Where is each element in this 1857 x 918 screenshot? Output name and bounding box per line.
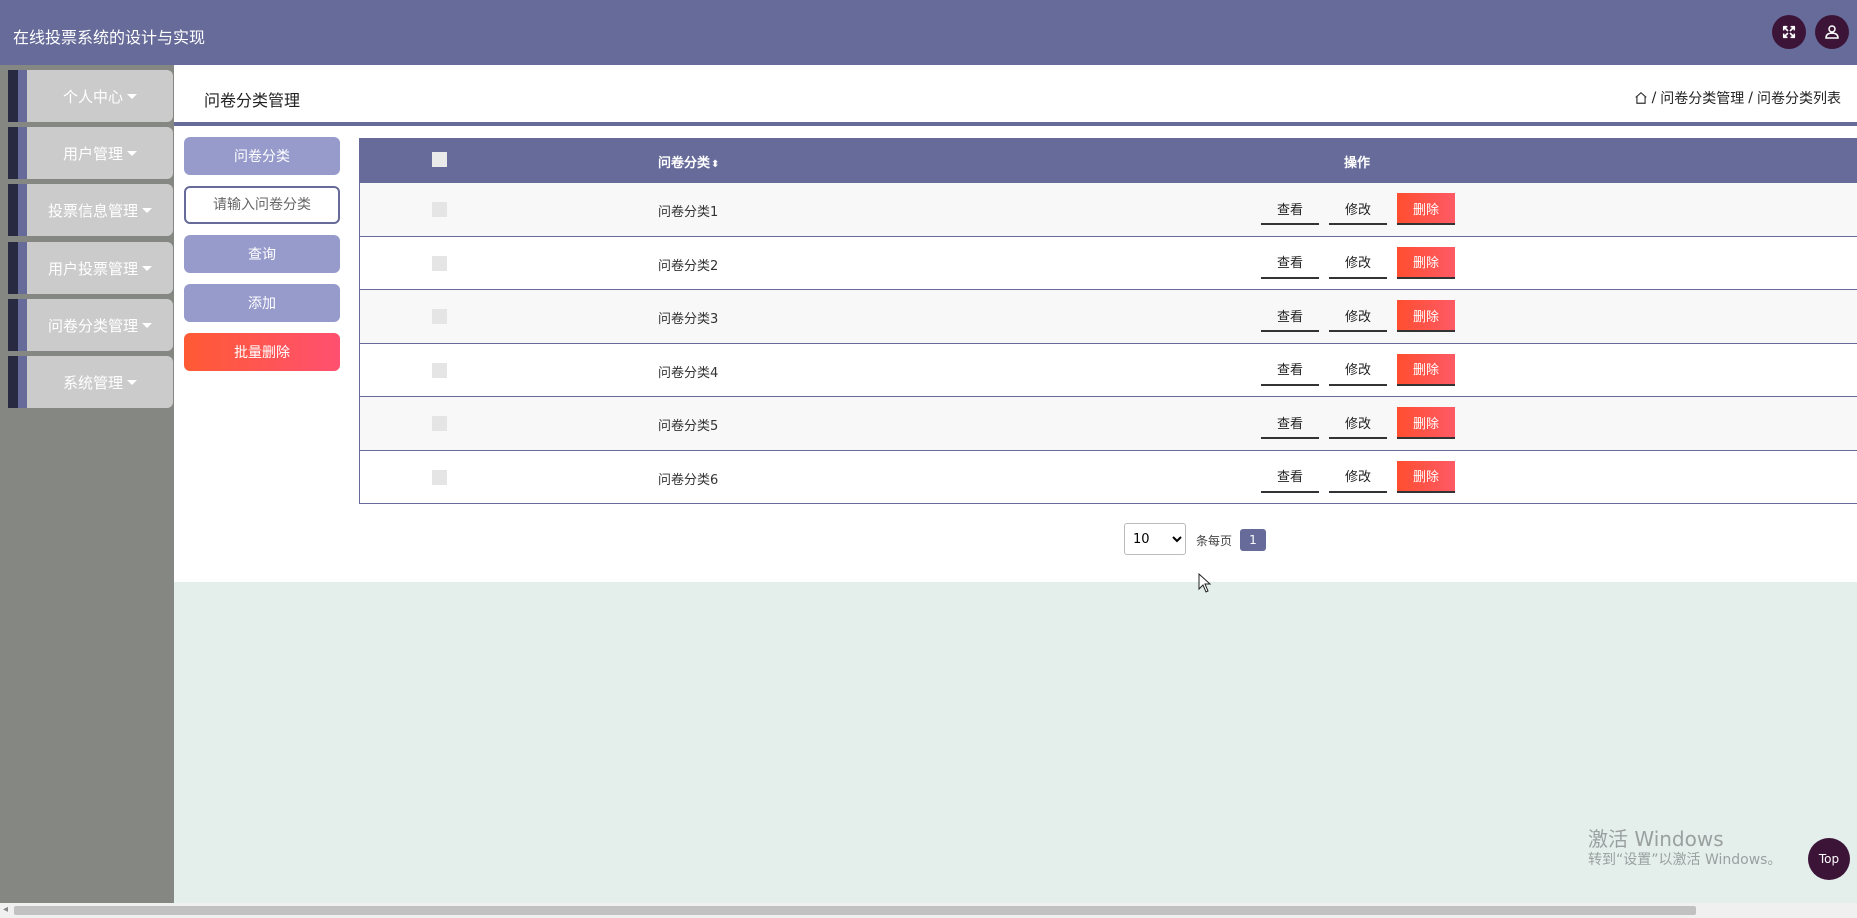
- delete-button[interactable]: 删除: [1397, 300, 1455, 332]
- edit-button[interactable]: 修改: [1329, 247, 1387, 279]
- table-row: 问卷分类5 查看 修改 删除: [360, 396, 1857, 450]
- table-row: 问卷分类6 查看 修改 删除: [360, 449, 1857, 503]
- table-row: 问卷分类3 查看 修改 删除: [360, 289, 1857, 343]
- column-header-actions: 操作: [1344, 156, 1371, 171]
- edit-button[interactable]: 修改: [1329, 461, 1387, 493]
- row-checkbox[interactable]: [432, 202, 447, 217]
- row-checkbox[interactable]: [432, 469, 447, 485]
- user-icon[interactable]: [1815, 15, 1849, 49]
- windows-activation-title: 激活 Windows: [1588, 827, 1724, 851]
- delete-button[interactable]: 删除: [1397, 193, 1455, 225]
- scroll-left-icon[interactable]: ◂: [3, 904, 8, 915]
- view-button[interactable]: 查看: [1261, 193, 1319, 225]
- row-category-name: 问卷分类4: [658, 365, 719, 381]
- caret-down-icon: [142, 322, 152, 328]
- row-category-name: 问卷分类5: [658, 419, 719, 434]
- row-category-name: 问卷分类3: [658, 312, 719, 327]
- sidebar-item-label: 个人中心: [62, 87, 123, 106]
- scrollbar-thumb[interactable]: [14, 906, 1696, 915]
- breadcrumb-item-category-management[interactable]: 问卷分类管理: [1660, 88, 1744, 108]
- sidebar-item-label: 系统管理: [62, 373, 123, 392]
- home-icon[interactable]: [1634, 91, 1648, 105]
- sidebar-item-user-management[interactable]: 用户管理: [8, 127, 173, 179]
- caret-down-icon: [127, 150, 137, 156]
- page-size-select[interactable]: 10: [1124, 523, 1186, 555]
- delete-button[interactable]: 删除: [1397, 353, 1455, 386]
- sidebar: 个人中心 用户管理 投票信息管理 用户投票管理 问卷分类管理 系统管理: [0, 65, 174, 905]
- delete-button[interactable]: 删除: [1397, 246, 1455, 279]
- table-row: 问卷分类4 查看 修改 删除: [360, 342, 1857, 396]
- breadcrumb-separator: /: [1748, 90, 1753, 106]
- row-category-name: 问卷分类1: [658, 205, 719, 220]
- view-button[interactable]: 查看: [1261, 407, 1319, 439]
- sidebar-item-personal-center[interactable]: 个人中心: [8, 70, 173, 122]
- search-button[interactable]: 查询: [184, 235, 340, 273]
- sidebar-item-system-management[interactable]: 系统管理: [8, 356, 173, 408]
- caret-down-icon: [127, 379, 137, 385]
- add-button[interactable]: 添加: [184, 284, 340, 322]
- caret-down-icon: [142, 207, 152, 213]
- back-to-top-button[interactable]: Top: [1808, 838, 1850, 880]
- select-all-checkbox[interactable]: [432, 152, 447, 167]
- category-label: 问卷分类: [184, 137, 340, 175]
- view-button[interactable]: 查看: [1261, 461, 1319, 493]
- row-category-name: 问卷分类2: [658, 258, 719, 274]
- column-header-label: 问卷分类: [658, 156, 711, 171]
- delete-button[interactable]: 删除: [1397, 460, 1455, 493]
- sidebar-item-label: 问卷分类管理: [47, 316, 138, 335]
- batch-delete-button[interactable]: 批量删除: [184, 333, 340, 371]
- edit-button[interactable]: 修改: [1329, 354, 1387, 386]
- row-checkbox[interactable]: [432, 309, 447, 324]
- row-checkbox[interactable]: [432, 255, 447, 271]
- sidebar-item-label: 投票信息管理: [47, 201, 138, 220]
- view-button[interactable]: 查看: [1261, 300, 1319, 332]
- edit-button[interactable]: 修改: [1329, 407, 1387, 439]
- app-title: 在线投票系统的设计与实现: [13, 28, 206, 47]
- table-row: 问卷分类1 查看 修改 删除: [360, 182, 1857, 236]
- row-checkbox[interactable]: [432, 416, 447, 431]
- fullscreen-icon[interactable]: [1772, 15, 1806, 49]
- mouse-cursor-icon: [1198, 573, 1212, 593]
- edit-button[interactable]: 修改: [1329, 300, 1387, 332]
- title-divider: [174, 122, 1857, 126]
- sidebar-item-label: 用户投票管理: [47, 259, 138, 278]
- horizontal-scrollbar[interactable]: ◂: [0, 903, 1857, 918]
- table-row: 问卷分类2 查看 修改 删除: [360, 235, 1857, 289]
- page-title: 问卷分类管理: [204, 91, 301, 110]
- caret-down-icon: [142, 265, 152, 271]
- breadcrumb-separator: /: [1651, 90, 1657, 106]
- sidebar-item-vote-info-management[interactable]: 投票信息管理: [8, 184, 173, 236]
- row-checkbox[interactable]: [432, 362, 447, 378]
- category-table: 问卷分类⬍ 操作 问卷分类1 查看 修改 删除 问卷分类2 查看 修改 删除 问…: [359, 138, 1857, 504]
- view-button[interactable]: 查看: [1261, 354, 1319, 386]
- column-header-category[interactable]: 问卷分类⬍: [658, 152, 719, 171]
- sort-icon[interactable]: ⬍: [711, 159, 719, 170]
- view-button[interactable]: 查看: [1261, 247, 1319, 279]
- top-header: 在线投票系统的设计与实现: [0, 0, 1857, 65]
- page-size-label: 条每页: [1196, 534, 1233, 548]
- page-number-current[interactable]: 1: [1240, 529, 1266, 551]
- windows-activation-subtitle: 转到“设置”以激活 Windows。: [1588, 852, 1782, 868]
- breadcrumb-item-category-list: 问卷分类列表: [1757, 91, 1841, 107]
- category-search-input[interactable]: [184, 186, 340, 224]
- sidebar-item-user-vote-management[interactable]: 用户投票管理: [8, 242, 173, 294]
- sidebar-item-questionnaire-category-management[interactable]: 问卷分类管理: [8, 299, 173, 351]
- sidebar-item-label: 用户管理: [62, 144, 123, 163]
- delete-button[interactable]: 删除: [1397, 407, 1455, 439]
- caret-down-icon: [127, 93, 137, 99]
- edit-button[interactable]: 修改: [1329, 193, 1387, 225]
- row-category-name: 问卷分类6: [658, 472, 719, 488]
- breadcrumb: / 问卷分类管理 / 问卷分类列表: [1634, 88, 1841, 108]
- table-header: 问卷分类⬍ 操作: [360, 138, 1857, 182]
